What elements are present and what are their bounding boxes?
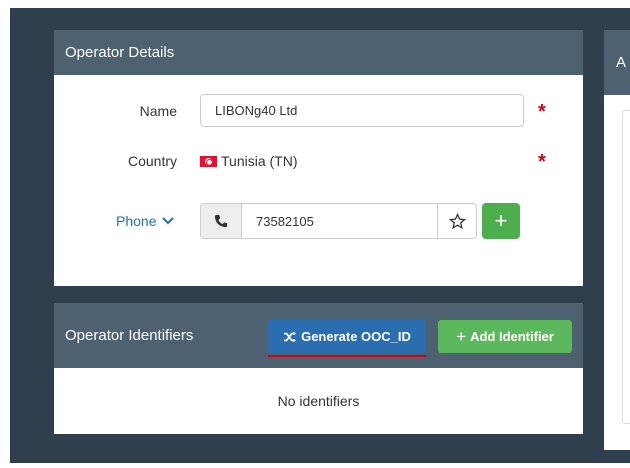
plus-icon: + [494, 208, 508, 233]
phone-value: 73582105 [256, 213, 314, 229]
phone-label: Phone [116, 213, 157, 229]
operator-details-panel: Operator Details Name LIBONg40 Ltd * Cou… [54, 30, 583, 286]
phone-type-dropdown[interactable]: Phone [116, 213, 175, 229]
name-label: Name [139, 103, 177, 119]
phone-field[interactable]: 73582105 [242, 203, 437, 239]
highlight-underline [268, 355, 426, 357]
generate-ooc-id-button[interactable]: Generate OOC_ID [268, 320, 426, 353]
empty-state: No identifiers [277, 393, 360, 409]
panel-title: A [604, 30, 630, 95]
phone-icon [200, 203, 242, 239]
required-marker: * [538, 101, 546, 123]
panel-title: Operator Identifiers [65, 327, 194, 344]
country-text: Tunisia (TN) [221, 153, 298, 169]
generate-label: Generate OOC_ID [301, 329, 411, 344]
chevron-down-icon [162, 217, 175, 225]
panel-header: Operator Identifiers Generate OOC_ID + A… [54, 303, 583, 368]
country-label: Country [127, 153, 177, 169]
side-panel: A [604, 30, 630, 450]
phone-input-group: 73582105 + [200, 203, 520, 239]
add-identifier-label: Add Identifier [470, 329, 554, 344]
name-value: LIBONg40 Ltd [215, 103, 298, 118]
star-icon[interactable] [437, 203, 477, 239]
add-phone-button[interactable]: + [482, 203, 520, 239]
country-value: Tunisia (TN) [200, 153, 298, 169]
shuffle-icon [284, 331, 297, 342]
side-panel-content [622, 110, 630, 424]
add-identifier-button[interactable]: + Add Identifier [438, 320, 572, 353]
operator-identifiers-panel: Operator Identifiers Generate OOC_ID + A… [54, 303, 583, 434]
tunisia-flag-icon [200, 156, 217, 167]
plus-icon: + [456, 326, 467, 346]
required-marker: * [538, 151, 546, 173]
name-field[interactable]: LIBONg40 Ltd [200, 94, 524, 127]
panel-title: Operator Details [54, 30, 583, 75]
